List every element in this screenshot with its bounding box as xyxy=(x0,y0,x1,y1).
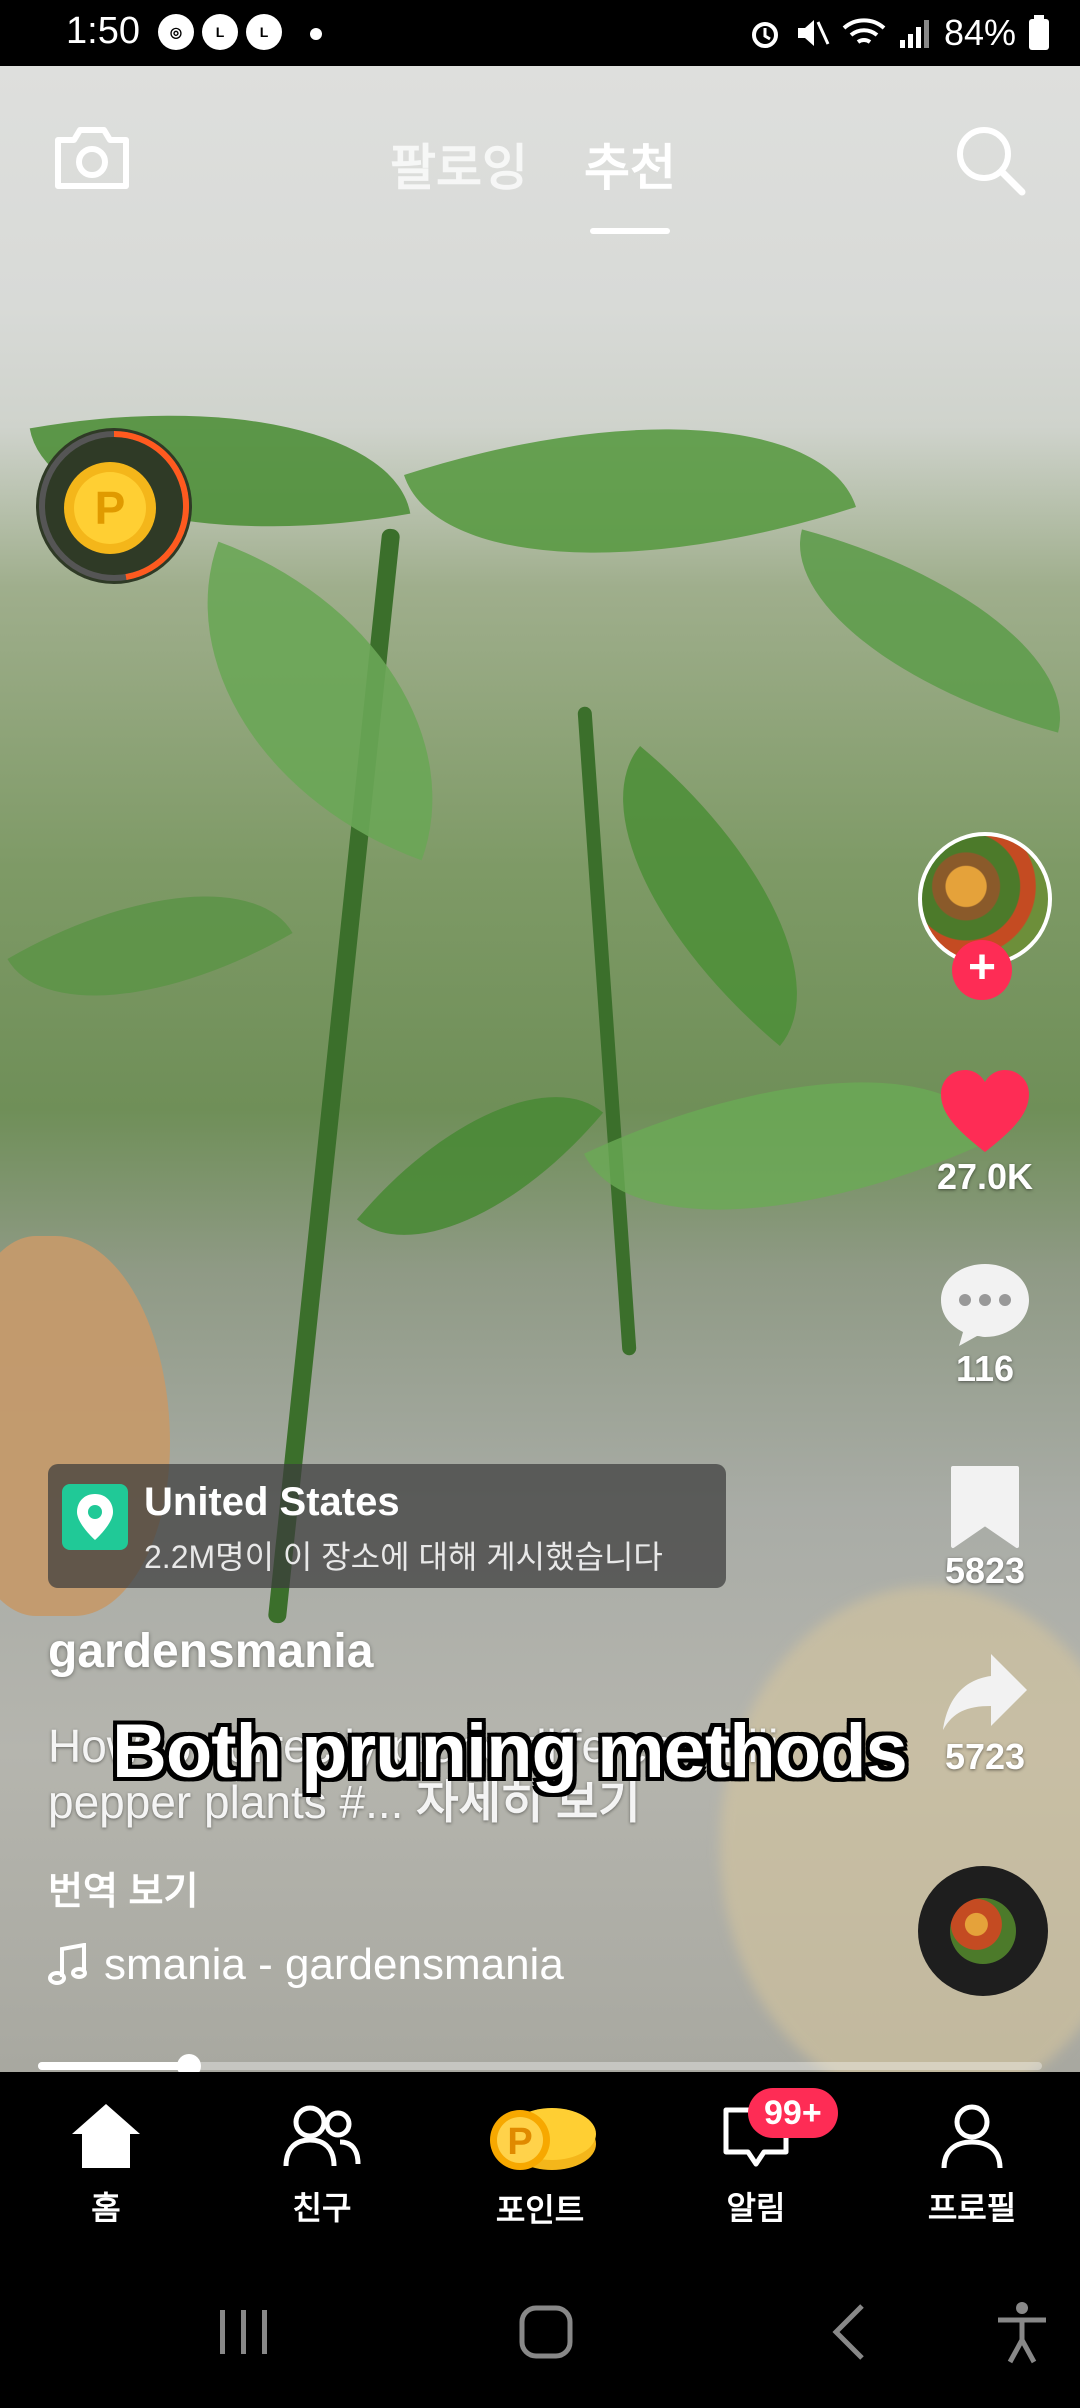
inbox-badge: 99+ xyxy=(748,2088,838,2138)
back-icon[interactable] xyxy=(826,2300,870,2364)
creator-username[interactable]: gardensmania xyxy=(48,1624,373,1679)
comment-icon xyxy=(941,1264,1029,1346)
chrome-icon: ◎ xyxy=(158,14,194,50)
like-button[interactable]: 27.0K xyxy=(918,1068,1052,1198)
nav-points[interactable]: P 포인트 xyxy=(440,2100,640,2231)
svg-text:P: P xyxy=(95,482,126,534)
plant-leaf xyxy=(7,829,293,1063)
save-count: 5823 xyxy=(944,1550,1026,1591)
svg-text:P: P xyxy=(507,2121,532,2163)
share-count: 5723 xyxy=(944,1736,1026,1777)
recent-apps-icon[interactable] xyxy=(216,2304,272,2360)
share-button[interactable]: 5723 xyxy=(918,1650,1052,1778)
video-overlay-text: Both pruning methods xyxy=(112,1709,908,1794)
signal-icon xyxy=(899,20,929,48)
follow-button[interactable]: + xyxy=(952,940,1012,1000)
nav-home-label: 홈 xyxy=(91,2190,121,2226)
tab-recommend[interactable]: 추천 xyxy=(584,128,676,234)
wifi-icon xyxy=(842,18,886,44)
location-tag[interactable]: United States 2.2M명이 이 장소에 대해 게시했습니다 xyxy=(48,1464,726,1588)
plant-leaf xyxy=(139,541,501,861)
points-coin-icon: P xyxy=(490,2108,596,2170)
search-icon[interactable] xyxy=(952,122,1028,198)
nav-profile-label: 프로필 xyxy=(927,2190,1017,2226)
nav-inbox-label: 알림 xyxy=(726,2190,786,2226)
lock-icon: L xyxy=(246,14,282,50)
heart-icon xyxy=(941,1070,1029,1152)
feed-tabs: 팔로잉 추천 xyxy=(390,128,676,234)
accessibility-icon[interactable] xyxy=(994,2300,1050,2364)
status-bar: 1:50 ◎ L L 84% xyxy=(0,0,1080,66)
system-nav-bar xyxy=(0,2236,1080,2408)
more-notifications-dot xyxy=(310,28,322,40)
profile-icon xyxy=(941,2104,1003,2169)
lock-icon: L xyxy=(202,14,238,50)
plant-leaf xyxy=(768,529,1080,733)
coin-progress-ring: P xyxy=(39,431,189,581)
video-progress-bar[interactable] xyxy=(38,2054,1042,2078)
share-icon xyxy=(943,1654,1027,1730)
like-count: 27.0K xyxy=(936,1156,1034,1197)
music-title: smania - gardensmania xyxy=(104,1940,564,1989)
plant-leaf xyxy=(356,1035,604,1297)
music-note-icon xyxy=(48,1943,87,1985)
nav-profile[interactable]: 프로필 xyxy=(872,2100,1072,2229)
home-button-icon[interactable] xyxy=(516,2302,576,2362)
alarm-icon xyxy=(751,22,778,48)
location-subtitle: 2.2M명이 이 장소에 대해 게시했습니다 xyxy=(144,1539,663,1575)
battery-icon xyxy=(1029,15,1049,50)
home-icon xyxy=(72,2104,140,2168)
tab-following[interactable]: 팔로잉 xyxy=(390,128,528,200)
mute-icon xyxy=(797,20,830,46)
save-button[interactable]: 5823 xyxy=(918,1464,1052,1592)
comment-button[interactable]: 116 xyxy=(918,1260,1052,1390)
location-pin-icon xyxy=(62,1484,128,1550)
location-title: United States xyxy=(144,1480,400,1524)
status-right: 84% xyxy=(748,10,1050,56)
translate-button[interactable]: 번역 보기 xyxy=(48,1860,198,1915)
camera-icon[interactable] xyxy=(52,120,132,196)
friends-icon xyxy=(283,2105,361,2167)
coin-reward-timer[interactable]: P xyxy=(36,428,192,584)
bookmark-icon xyxy=(951,1466,1019,1548)
music-disc[interactable] xyxy=(918,1866,1048,1996)
bottom-nav: 홈 친구 P 포인트 알림 99+ 프로필 xyxy=(0,2072,1080,2236)
active-tab-indicator xyxy=(590,228,670,234)
comment-count: 116 xyxy=(955,1348,1015,1389)
plant-leaf xyxy=(404,345,856,637)
video-progress-fill xyxy=(38,2062,189,2070)
nav-points-label: 포인트 xyxy=(495,2192,585,2228)
nav-friends-label: 친구 xyxy=(292,2190,352,2226)
nav-home[interactable]: 홈 xyxy=(6,2100,206,2229)
music-link[interactable]: smania - gardensmania xyxy=(48,1940,564,1990)
status-time: 1:50 xyxy=(66,10,140,52)
music-disc-cover xyxy=(950,1898,1016,1964)
tab-recommend-label: 추천 xyxy=(584,140,676,196)
nav-friends[interactable]: 친구 xyxy=(222,2100,422,2229)
battery-percent: 84% xyxy=(943,12,1016,53)
